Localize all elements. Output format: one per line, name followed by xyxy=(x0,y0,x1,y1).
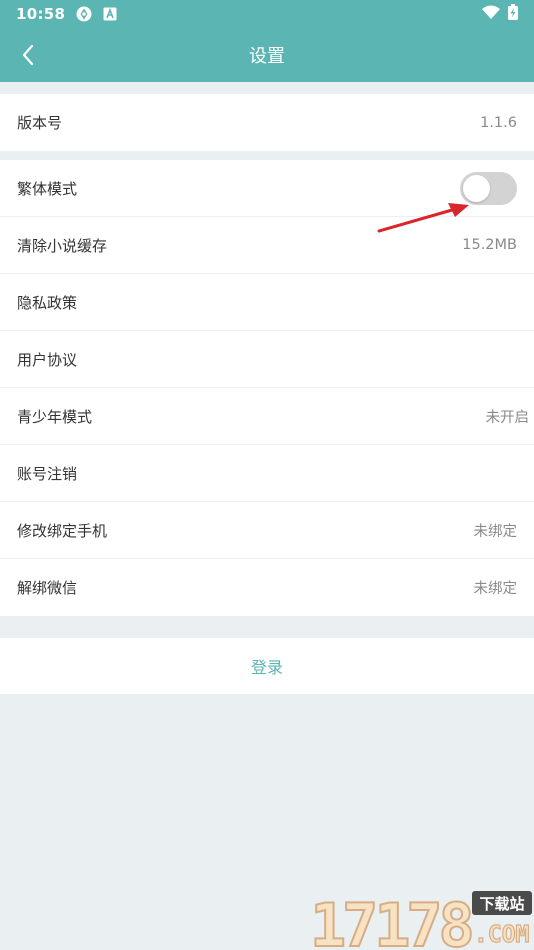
unbind-wechat-value: 未绑定 xyxy=(473,581,518,597)
unbind-wechat-label: 解绑微信 xyxy=(17,579,78,597)
toggle-knob xyxy=(463,174,490,202)
sync-icon xyxy=(75,5,93,23)
battery-charging-icon xyxy=(508,4,518,24)
svg-text:17178: 17178 xyxy=(310,891,471,950)
status-bar: 10:58 xyxy=(0,0,534,28)
bind-phone-value: 未绑定 xyxy=(473,523,518,540)
wifi-icon xyxy=(482,5,500,23)
user-agreement-row[interactable]: 用户协议 xyxy=(0,331,534,388)
watermark-logo: 17178 下载站 .COM xyxy=(309,890,532,950)
chevron-left-icon xyxy=(22,44,34,66)
version-group: 版本号 1.1.6 xyxy=(0,94,534,151)
bind-phone-label: 修改绑定手机 xyxy=(17,521,108,540)
svg-text:下载站: 下载站 xyxy=(479,895,524,913)
teen-mode-value: 未开启 xyxy=(485,409,530,426)
teen-mode-row[interactable]: 青少年模式 未开启 xyxy=(0,388,534,445)
version-label: 版本号 xyxy=(17,114,63,132)
privacy-policy-label: 隐私政策 xyxy=(17,293,78,312)
account-cancel-row[interactable]: 账号注销 xyxy=(0,445,534,502)
status-time: 10:58 xyxy=(16,5,66,23)
account-cancel-label: 账号注销 xyxy=(17,464,78,483)
login-button[interactable]: 登录 xyxy=(0,638,534,694)
back-button[interactable] xyxy=(16,42,40,68)
version-row: 版本号 1.1.6 xyxy=(0,94,534,151)
user-agreement-label: 用户协议 xyxy=(17,350,78,369)
bind-phone-row[interactable]: 修改绑定手机 未绑定 xyxy=(0,502,534,559)
page-title: 设置 xyxy=(249,46,285,67)
svg-text:.COM: .COM xyxy=(474,922,529,948)
clear-cache-label: 清除小说缓存 xyxy=(17,236,108,255)
app-bar: 设置 xyxy=(0,28,534,82)
privacy-policy-row[interactable]: 隐私政策 xyxy=(0,274,534,331)
text-a-icon xyxy=(103,7,117,21)
unbind-wechat-row[interactable]: 解绑微信 未绑定 xyxy=(0,559,534,616)
teen-mode-label: 青少年模式 xyxy=(17,407,93,426)
traditional-mode-label: 繁体模式 xyxy=(17,179,78,198)
cache-size-value: 15.2MB xyxy=(462,237,517,253)
annotation-arrow-icon xyxy=(377,203,469,233)
login-label: 登录 xyxy=(250,658,283,677)
version-value: 1.1.6 xyxy=(480,114,517,131)
